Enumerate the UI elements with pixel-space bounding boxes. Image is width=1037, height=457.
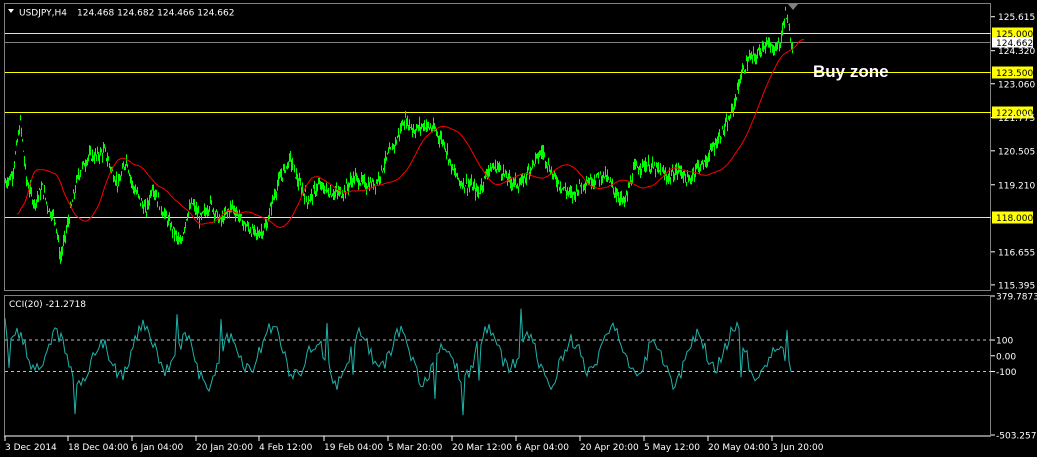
- price-axis: 125.615 124.320 123.060 121.775 120.505 119.2…: [991, 13, 1035, 291]
- level-label: 118.000: [996, 214, 1033, 224]
- time-label: 6 Apr 04:00: [516, 443, 569, 453]
- time-label: 20 Mar 12:00: [452, 443, 512, 453]
- symbol-label: USDJPY,H4: [19, 9, 67, 19]
- indicator-panel-frame: [4, 295, 991, 436]
- time-label: 18 Dec 04:00: [68, 443, 129, 453]
- price-series: [5, 6, 805, 264]
- time-label: 3 Jun 20:00: [772, 443, 824, 453]
- time-label: 5 May 12:00: [644, 443, 700, 453]
- level-label: 123.500: [996, 69, 1033, 79]
- time-label: 20 Apr 20:00: [580, 443, 639, 453]
- price-tick-label: 115.395: [998, 281, 1035, 291]
- cci-tick-label: -100: [996, 368, 1017, 378]
- cci-tick-label: 100: [996, 337, 1013, 347]
- horizontal-levels: 125.000123.500122.000118.000124.662: [5, 27, 1033, 224]
- cci-title: CCI(20) -21.2718: [9, 300, 86, 310]
- time-label: 5 Mar 20:00: [388, 443, 443, 453]
- chart-canvas[interactable]: USDJPY,H4 124.468 124.682 124.466 124.66…: [0, 0, 1037, 457]
- cci-line: [4, 308, 792, 416]
- time-label: 19 Feb 04:00: [324, 443, 383, 453]
- price-tick-label: 120.505: [998, 147, 1035, 157]
- price-tick-label: 116.655: [998, 248, 1035, 258]
- time-label: 4 Feb 12:00: [259, 443, 313, 453]
- cci-tick-label: 379.7873: [996, 293, 1037, 303]
- shift-marker-icon[interactable]: [788, 4, 798, 10]
- price-tick-label: 121.775: [998, 114, 1035, 124]
- price-tick-label: 125.615: [998, 13, 1035, 23]
- time-label: 20 May 04:00: [708, 443, 770, 453]
- price-tick-label: 123.060: [998, 80, 1035, 90]
- time-label: 6 Jan 04:00: [132, 443, 184, 453]
- price-tick-label: 124.320: [998, 47, 1035, 57]
- price-tick-label: 119.210: [998, 181, 1035, 191]
- moving-average-line: [16, 39, 805, 229]
- ohlc-values: 124.468 124.682 124.466 124.662: [77, 9, 234, 19]
- cci-tick-label: -503.2579: [996, 432, 1037, 442]
- buy-zone-label: Buy zone: [813, 62, 889, 81]
- time-axis: 3 Dec 2014 18 Dec 04:00 6 Jan 04:00 20 Jan …: [4, 436, 824, 453]
- cci-indicator: 379.7873 100 0.00 -100 -503.2579: [4, 293, 1037, 442]
- time-label: 3 Dec 2014: [5, 443, 57, 453]
- cci-tick-label: 0.00: [996, 352, 1016, 362]
- menu-triangle-icon[interactable]: [8, 9, 14, 13]
- main-panel-frame: [4, 3, 991, 291]
- time-label: 20 Jan 20:00: [196, 443, 253, 453]
